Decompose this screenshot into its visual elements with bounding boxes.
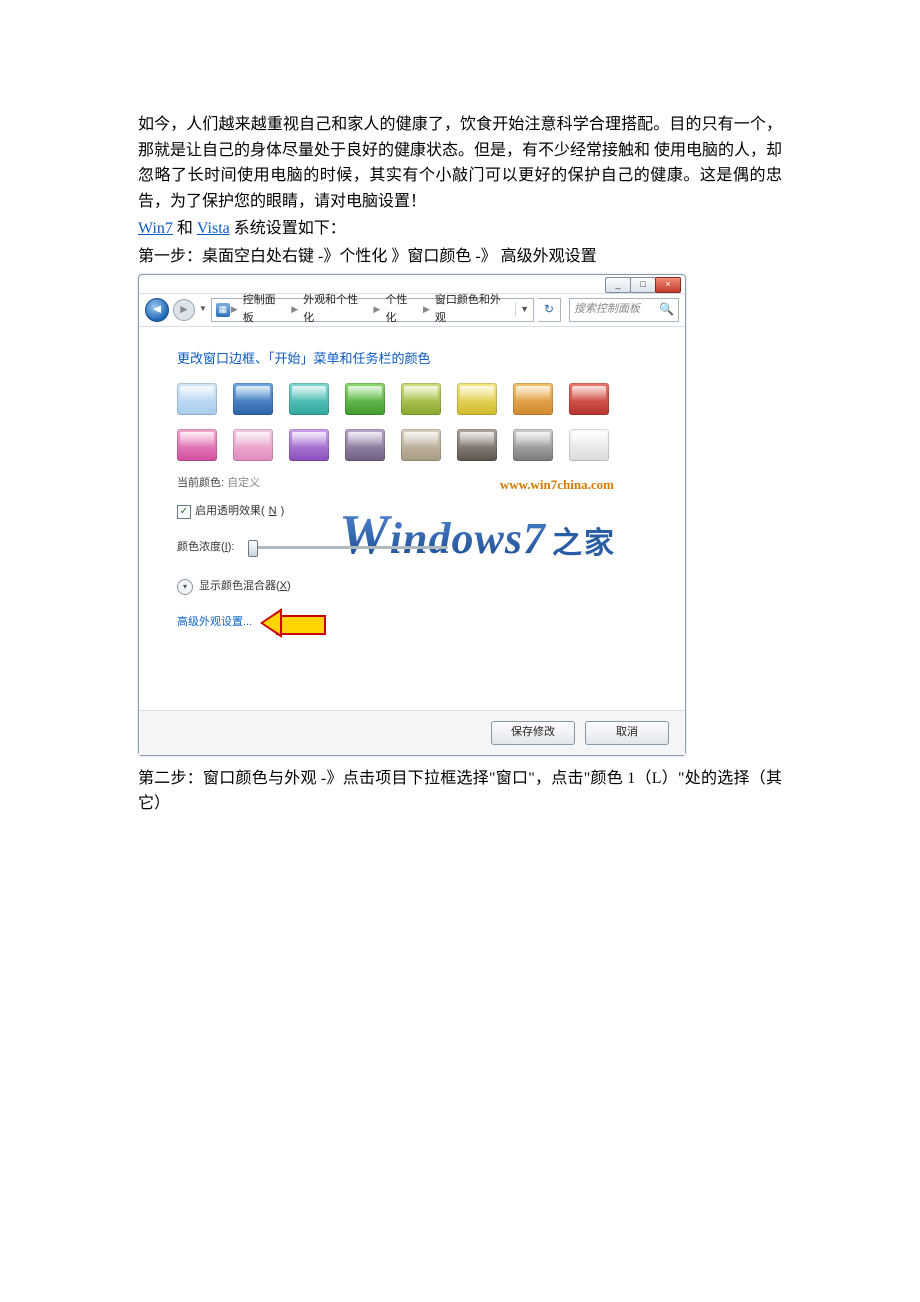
breadcrumb-bar[interactable]: ▦ ▶ 控制面板 ▶ 外观和个性化 ▶ 个性化 ▶ 窗口颜色和外观 ▼	[211, 298, 534, 322]
window-controls: _ □ ×	[606, 277, 681, 293]
breadcrumb-item-1[interactable]: 外观和个性化	[299, 292, 372, 327]
intensity-label-pre: 颜色浓度(	[177, 541, 225, 553]
color-swatch[interactable]	[569, 383, 609, 415]
chevron-down-icon: ▾	[177, 579, 193, 595]
advanced-appearance-link[interactable]: 高级外观设置...	[177, 614, 252, 632]
breadcrumb-item-3[interactable]: 窗口颜色和外观	[431, 292, 515, 327]
intro-paragraph: 如今，人们越来越重视自己和家人的健康了，饮食开始注意科学合理搭配。目的只有一个，…	[138, 112, 782, 214]
save-button[interactable]: 保存修改	[491, 721, 575, 745]
minimize-button[interactable]: _	[605, 277, 631, 293]
transparency-label-pre: 启用透明效果(	[195, 503, 265, 521]
mixer-row[interactable]: ▾ 显示颜色混合器(X)	[177, 578, 655, 596]
close-button[interactable]: ×	[655, 277, 681, 293]
nav-history-dropdown[interactable]: ▼	[199, 303, 207, 316]
breadcrumb-sep: ▶	[230, 302, 239, 316]
color-swatch[interactable]	[401, 429, 441, 461]
win7-link[interactable]: Win7	[138, 220, 173, 237]
nav-row: ◄ ► ▼ ▦ ▶ 控制面板 ▶ 外观和个性化 ▶ 个性化 ▶ 窗口颜色和外观 …	[139, 294, 685, 327]
breadcrumb-icon: ▦	[216, 303, 230, 317]
current-color-value: 自定义	[227, 477, 260, 489]
color-swatch[interactable]	[177, 383, 217, 415]
links-line: Win7 和 Vista 系统设置如下：	[138, 216, 782, 242]
nav-forward-button[interactable]: ►	[173, 299, 195, 321]
mixer-label-pre: 显示颜色混合器(	[199, 580, 280, 592]
nav-back-button[interactable]: ◄	[145, 298, 169, 322]
breadcrumb-sep: ▶	[290, 302, 299, 316]
swatch-row-2	[177, 429, 655, 461]
search-icon: 🔍	[659, 300, 674, 319]
intensity-slider[interactable]	[248, 546, 448, 549]
color-swatch[interactable]	[457, 383, 497, 415]
transparency-accel: N	[269, 503, 277, 521]
refresh-button[interactable]: ↻	[538, 298, 561, 322]
color-swatch[interactable]	[457, 429, 497, 461]
screenshot-window: _ □ × ◄ ► ▼ ▦ ▶ 控制面板 ▶ 外观和个性化 ▶ 个性化 ▶ 窗口…	[138, 274, 686, 756]
current-color-label: 当前颜色:	[177, 477, 224, 489]
breadcrumb-dropdown[interactable]: ▼	[515, 302, 533, 316]
breadcrumb-item-0[interactable]: 控制面板	[239, 292, 291, 327]
step1-text: 第一步：桌面空白处右键 -》个性化 》窗口颜色 -》 高级外观设置	[138, 244, 782, 270]
intensity-label-post: :	[231, 541, 234, 553]
maximize-button[interactable]: □	[630, 277, 656, 293]
breadcrumb-sep: ▶	[422, 302, 431, 316]
color-swatch[interactable]	[513, 429, 553, 461]
color-swatch[interactable]	[345, 383, 385, 415]
titlebar: _ □ ×	[139, 275, 685, 294]
advanced-link-row: 高级外观设置...	[177, 612, 655, 634]
button-bar: 保存修改 取消	[139, 710, 685, 755]
color-swatch[interactable]	[569, 429, 609, 461]
vista-link[interactable]: Vista	[197, 220, 230, 237]
transparency-checkbox[interactable]: ✓	[177, 505, 191, 519]
links-tail: 系统设置如下：	[230, 220, 346, 237]
mixer-accel: X	[280, 580, 287, 592]
intensity-accel: I	[225, 541, 228, 553]
intensity-row: 颜色浓度(I):	[177, 539, 655, 557]
links-mid: 和	[173, 220, 197, 237]
search-placeholder: 搜索控制面板	[574, 301, 640, 319]
swatch-row-1	[177, 383, 655, 415]
breadcrumb-sep: ▶	[372, 302, 381, 316]
color-swatch[interactable]	[233, 429, 273, 461]
mixer-label-post: )	[287, 580, 291, 592]
cancel-button[interactable]: 取消	[585, 721, 669, 745]
highlight-arrow-icon	[260, 612, 326, 634]
breadcrumb-item-2[interactable]: 个性化	[381, 292, 422, 327]
color-swatch[interactable]	[233, 383, 273, 415]
color-swatch[interactable]	[289, 429, 329, 461]
slider-thumb[interactable]	[248, 540, 258, 557]
search-input[interactable]: 搜索控制面板 🔍	[569, 298, 679, 322]
color-swatch[interactable]	[513, 383, 553, 415]
color-swatch[interactable]	[401, 383, 441, 415]
enable-transparency-row: ✓ 启用透明效果(N)	[177, 503, 655, 521]
color-swatch[interactable]	[177, 429, 217, 461]
transparency-label-post: )	[281, 503, 285, 521]
color-swatch[interactable]	[345, 429, 385, 461]
current-color-row: 当前颜色: 自定义	[177, 475, 655, 493]
section-title: 更改窗口边框、「开始」菜单和任务栏的颜色	[177, 349, 655, 370]
step2-text: 第二步：窗口颜色与外观 -》点击项目下拉框选择"窗口"，点击"颜色 1（L）"处…	[138, 766, 782, 817]
color-swatch[interactable]	[289, 383, 329, 415]
